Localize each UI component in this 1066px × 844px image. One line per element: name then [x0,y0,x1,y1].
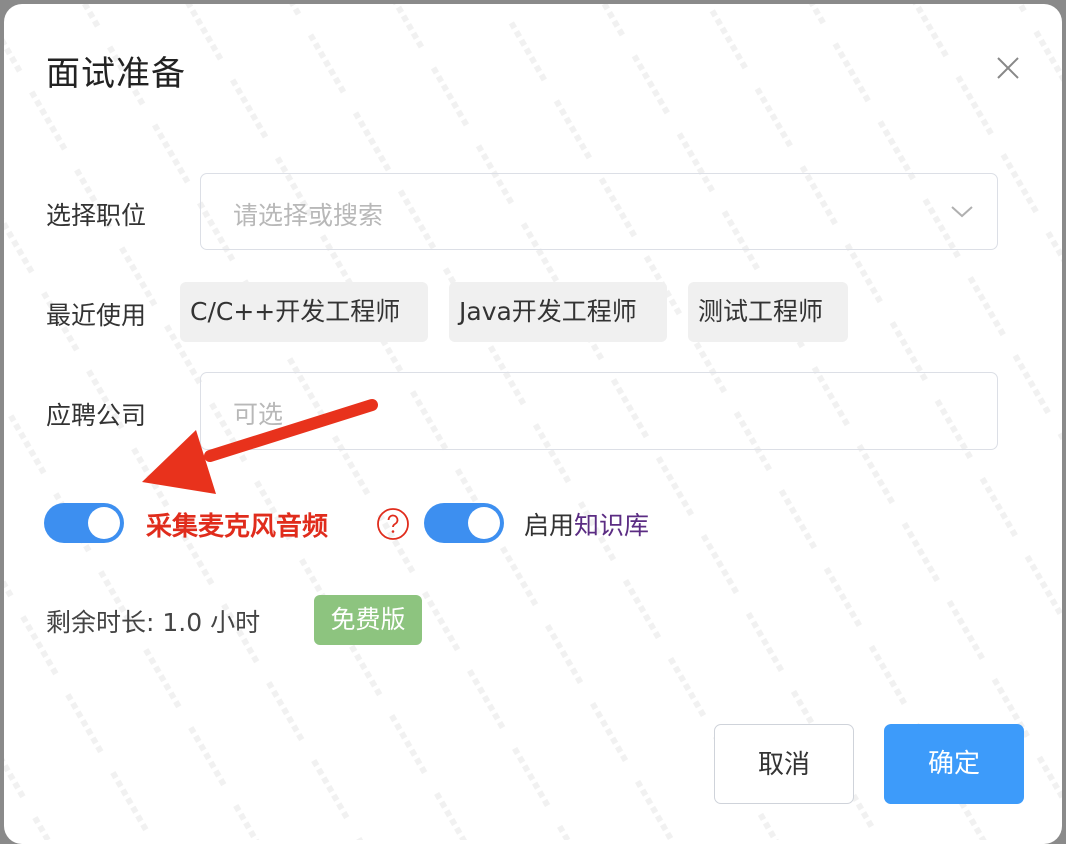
close-icon[interactable] [992,52,1024,84]
cancel-button[interactable]: 取消 [714,724,854,804]
question-circle-icon[interactable] [376,507,410,541]
mic-switch[interactable] [44,503,124,543]
chevron-down-icon [951,206,973,218]
recent-chip-java[interactable]: Java开发工程师 [449,282,667,342]
company-input[interactable]: 可选 [200,372,998,450]
position-placeholder: 请选择或搜索 [233,201,384,230]
plan-badge: 免费版 [314,595,422,645]
recent-chip-test[interactable]: 测试工程师 [688,282,848,342]
remaining-time: 剩余时长: 1.0 小时 [46,608,261,637]
mic-switch-knob [88,507,120,539]
position-label: 选择职位 [46,201,147,230]
knowledge-switch[interactable] [424,503,504,543]
interview-prep-dialog: 面试准备 选择职位 请选择或搜索 最近使用 C/C++开发工程师 Java开发工… [4,4,1062,844]
knowledge-switch-knob [468,507,500,539]
position-select[interactable]: 请选择或搜索 [200,173,998,250]
company-placeholder: 可选 [233,400,284,429]
dialog-title: 面试准备 [46,54,186,94]
confirm-button[interactable]: 确定 [884,724,1024,804]
company-label: 应聘公司 [46,401,147,430]
mic-label: 采集麦克风音频 [146,512,329,542]
recent-chip-cpp[interactable]: C/C++开发工程师 [180,282,428,342]
knowledge-base-link[interactable]: 知识库 [574,511,649,540]
knowledge-label: 启用知识库 [524,506,649,542]
recent-label: 最近使用 [46,301,147,330]
knowledge-label-prefix: 启用 [524,511,575,540]
